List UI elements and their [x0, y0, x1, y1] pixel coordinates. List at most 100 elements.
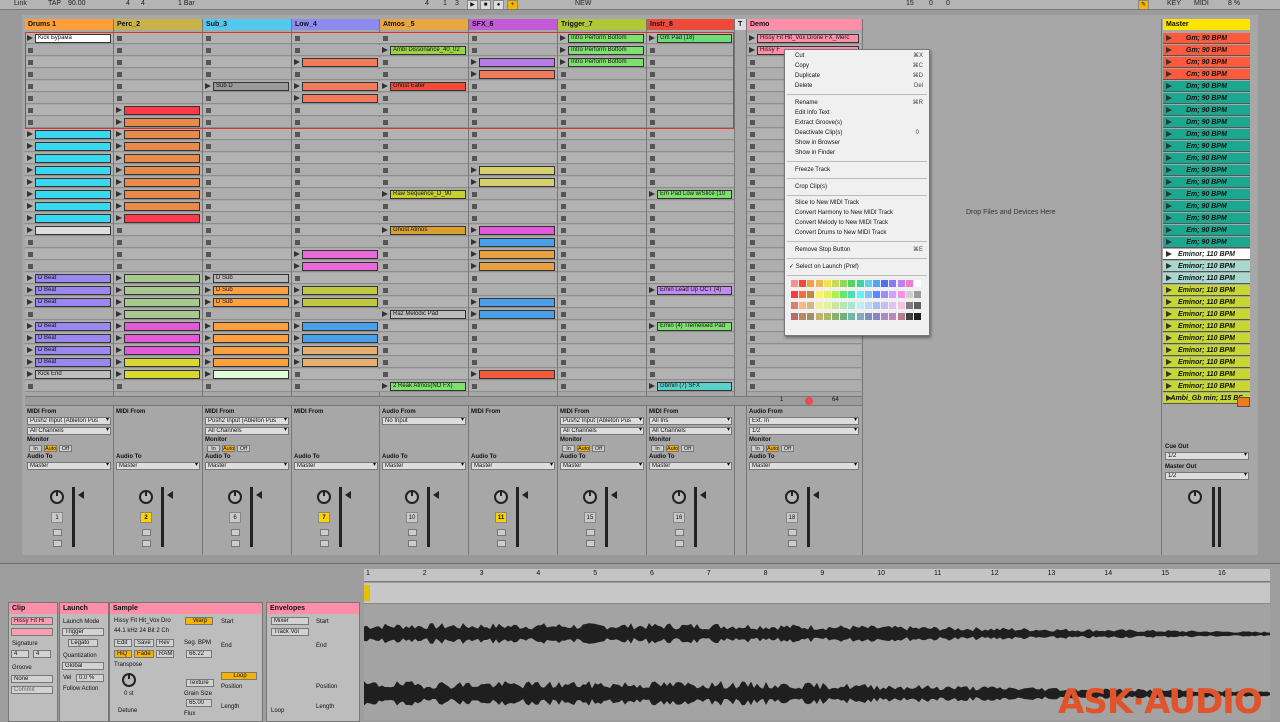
clip[interactable] — [124, 358, 200, 367]
clip-slot[interactable] — [114, 153, 202, 164]
stop-slot-icon[interactable] — [561, 132, 566, 137]
stop-slot-icon[interactable] — [561, 108, 566, 113]
stop-slot-icon[interactable] — [117, 264, 122, 269]
scene-launch-icon[interactable] — [1166, 335, 1172, 341]
scene-launch-icon[interactable] — [1166, 83, 1172, 89]
clip-slot[interactable] — [203, 381, 291, 392]
stop-button[interactable]: ■ — [480, 0, 491, 9]
clip[interactable] — [213, 346, 289, 355]
clip-slot[interactable] — [469, 141, 557, 152]
scene-launch-icon[interactable] — [1166, 107, 1172, 113]
clip-slot[interactable] — [292, 357, 380, 368]
clip-launch-icon[interactable] — [205, 347, 211, 353]
stop-slot-icon[interactable] — [561, 384, 566, 389]
stop-slot-icon[interactable] — [650, 276, 655, 281]
color-swatch[interactable] — [799, 302, 807, 309]
stop-slot-icon[interactable] — [383, 300, 388, 305]
stop-slot-icon[interactable] — [750, 144, 755, 149]
clip-launch-icon[interactable] — [382, 191, 388, 197]
stop-slot-icon[interactable] — [383, 144, 388, 149]
clip-slot[interactable] — [380, 93, 468, 104]
stop-slot-icon[interactable] — [750, 60, 755, 65]
arm-button[interactable] — [788, 540, 797, 547]
color-swatch[interactable] — [881, 313, 889, 320]
clip-slot[interactable] — [647, 57, 734, 68]
solo-button[interactable] — [53, 529, 62, 536]
menu-convert-melody[interactable]: Convert Melody to New MIDI Track — [795, 219, 888, 228]
clip-launch-icon[interactable] — [649, 323, 655, 329]
stop-slot-icon[interactable] — [383, 120, 388, 125]
clip-slot[interactable] — [114, 69, 202, 80]
clip[interactable]: Kick End — [35, 370, 111, 379]
clip-slot[interactable] — [203, 321, 291, 332]
stop-slot-icon[interactable] — [750, 252, 755, 257]
clip-slot[interactable] — [25, 249, 113, 260]
pan-knob[interactable] — [50, 490, 64, 504]
solo-button[interactable] — [586, 529, 595, 536]
scene-launch[interactable]: Eminor; 110 BPM — [1163, 309, 1250, 320]
key-map-button[interactable]: KEY — [1167, 0, 1181, 8]
draw-mode-button[interactable]: ✎ — [1138, 0, 1149, 9]
stop-slot-icon[interactable] — [472, 288, 477, 293]
stop-slot-icon[interactable] — [472, 156, 477, 161]
clip-launch-icon[interactable] — [116, 131, 122, 137]
position-bar[interactable]: 4 — [425, 0, 429, 8]
clip-slot[interactable] — [469, 309, 557, 320]
color-swatch[interactable] — [889, 313, 897, 320]
clip[interactable] — [479, 166, 555, 175]
pan-knob[interactable] — [228, 490, 242, 504]
color-swatch[interactable] — [905, 313, 913, 320]
clip-slot[interactable] — [114, 213, 202, 224]
clip-launch-icon[interactable] — [116, 371, 122, 377]
scene-launch-icon[interactable] — [1166, 119, 1172, 125]
stop-slot-icon[interactable] — [295, 132, 300, 137]
color-swatch[interactable] — [807, 291, 815, 298]
clip-launch-icon[interactable] — [471, 299, 477, 305]
clip[interactable]: D Beat — [35, 274, 111, 283]
legato-button[interactable]: Legato — [68, 639, 98, 647]
clip-slot[interactable] — [647, 45, 734, 56]
volume-fader-handle[interactable] — [345, 491, 351, 499]
output-select[interactable]: Master — [471, 462, 555, 470]
scene-launch-icon[interactable] — [1166, 359, 1172, 365]
clip-slot[interactable] — [647, 177, 734, 188]
clip-slot[interactable] — [647, 309, 734, 320]
color-swatch[interactable] — [905, 291, 913, 298]
stop-slot-icon[interactable] — [295, 372, 300, 377]
scene-launch-icon[interactable] — [1166, 323, 1172, 329]
clip-slot[interactable] — [292, 81, 380, 92]
clip[interactable]: D Beat — [35, 334, 111, 343]
clip-slot[interactable] — [469, 345, 557, 356]
pan-knob[interactable] — [139, 490, 153, 504]
clip-slot[interactable] — [203, 369, 291, 380]
stop-slot-icon[interactable] — [561, 72, 566, 77]
input-source-select[interactable]: Push2 Input (Ableton Pus — [560, 417, 644, 425]
clip-launch-icon[interactable] — [27, 215, 33, 221]
clip-launch-icon[interactable] — [382, 311, 388, 317]
clip-slot[interactable] — [380, 285, 468, 296]
clip-slot[interactable] — [647, 225, 734, 236]
clip-launch-icon[interactable] — [294, 359, 300, 365]
stop-slot-icon[interactable] — [383, 372, 388, 377]
monitor-in-button[interactable]: In — [29, 445, 42, 452]
clip-launch-icon[interactable] — [294, 59, 300, 65]
stop-slot-icon[interactable] — [383, 60, 388, 65]
arm-button[interactable] — [231, 540, 240, 547]
stop-slot-icon[interactable] — [472, 336, 477, 341]
clip-launch-icon[interactable] — [471, 371, 477, 377]
clip-slot[interactable] — [292, 321, 380, 332]
color-swatch[interactable] — [897, 280, 905, 287]
stop-slot-icon[interactable] — [383, 168, 388, 173]
clip-slot[interactable] — [469, 189, 557, 200]
stop-slot-icon[interactable] — [383, 288, 388, 293]
clip-slot[interactable] — [558, 249, 646, 260]
clip-slot[interactable] — [25, 201, 113, 212]
stop-slot-icon[interactable] — [295, 180, 300, 185]
color-swatch[interactable] — [832, 313, 839, 320]
stop-slot-icon[interactable] — [472, 348, 477, 353]
clip-launch-icon[interactable] — [294, 263, 300, 269]
clip-slot[interactable] — [203, 105, 291, 116]
stop-slot-icon[interactable] — [750, 372, 755, 377]
stop-slot-icon[interactable] — [561, 324, 566, 329]
clip-slot[interactable] — [114, 333, 202, 344]
